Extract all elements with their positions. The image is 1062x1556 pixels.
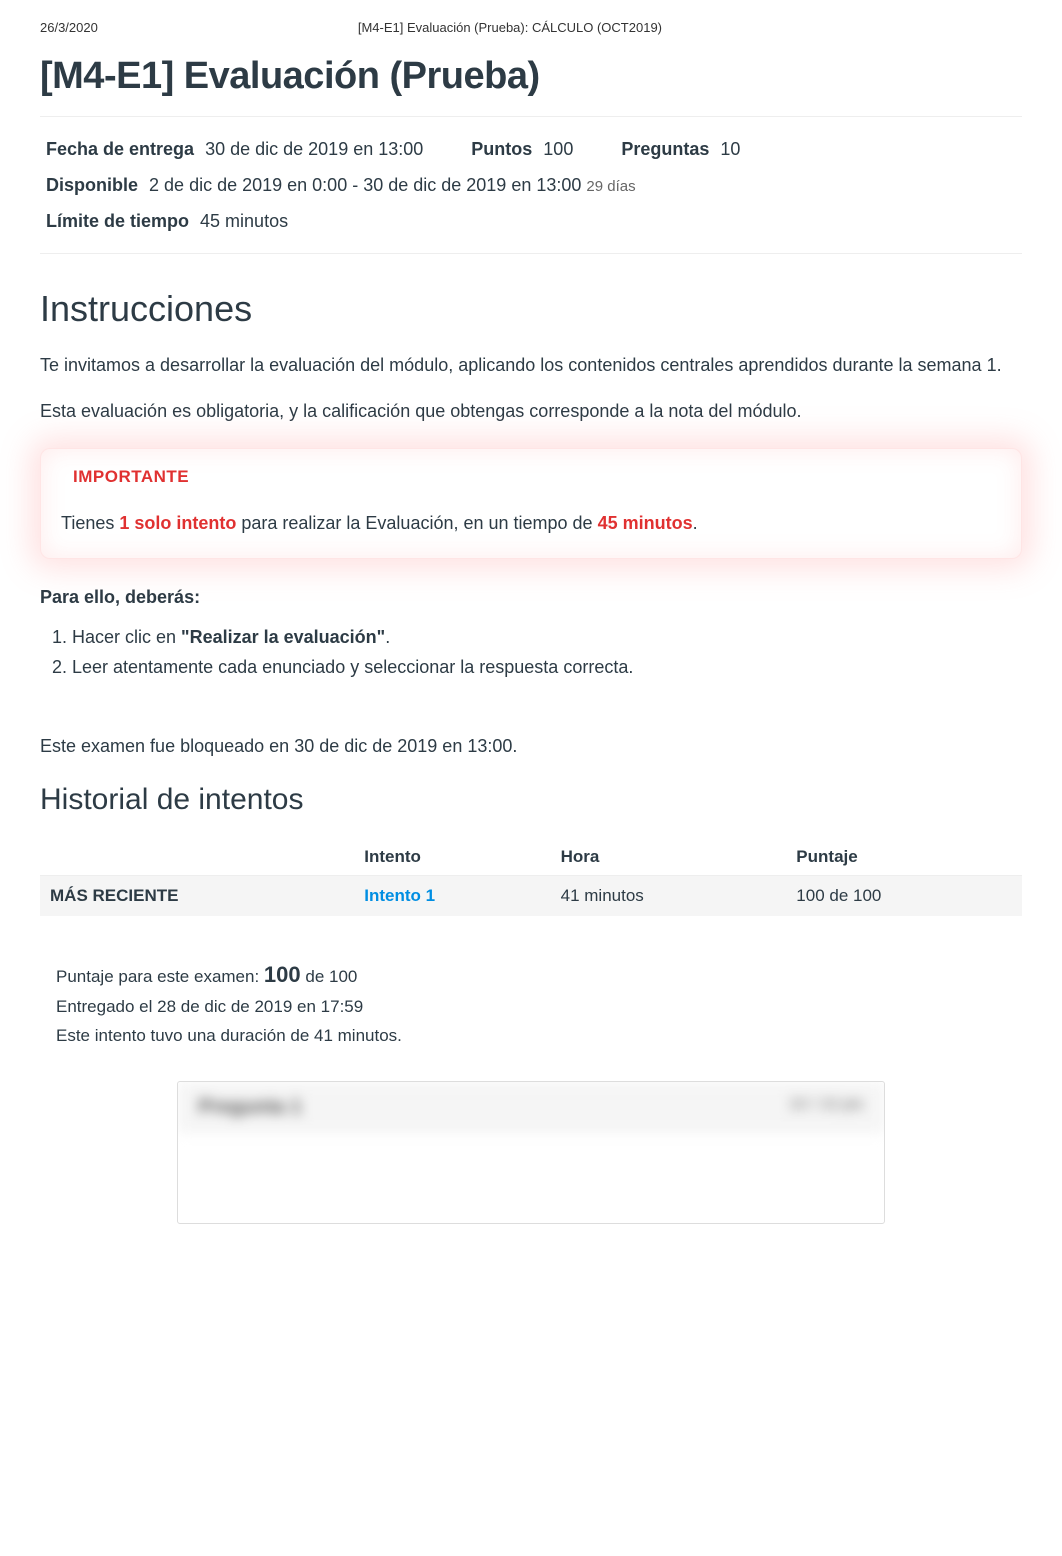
questions-value: 10 <box>720 139 740 159</box>
quiz-info-bar: Fecha de entrega 30 de dic de 2019 en 13… <box>40 116 1022 254</box>
important-callout: IMPORTANTE Tienes 1 solo intento para re… <box>40 448 1022 559</box>
due-date-label: Fecha de entrega <box>46 139 194 159</box>
points-label: Puntos <box>471 139 532 159</box>
important-text-pre: Tienes <box>61 513 119 533</box>
attempts-table: Intento Hora Puntaje MÁS RECIENTE Intent… <box>40 839 1022 916</box>
important-text-mid: para realizar la Evaluación, en un tiemp… <box>236 513 597 533</box>
attempts-th-blank <box>40 839 354 876</box>
attempts-th-score: Puntaje <box>786 839 1022 876</box>
duration-line: Este intento tuvo una duración de 41 min… <box>56 1022 1022 1051</box>
score-summary: Puntaje para este examen: 100 de 100 Ent… <box>40 956 1022 1051</box>
attempt-score: 100 de 100 <box>786 875 1022 916</box>
score-label: Puntaje para este examen: <box>56 967 264 986</box>
important-time: 45 minutos <box>598 513 693 533</box>
step-1: Hacer clic en "Realizar la evaluación". <box>72 622 1022 653</box>
step-1-pre: Hacer clic en <box>72 627 181 647</box>
question-points: 10 / 10 pts <box>789 1096 864 1119</box>
instructions-heading: Instrucciones <box>40 288 1022 330</box>
instructions-paragraph-1: Te invitamos a desarrollar la evaluación… <box>40 352 1022 380</box>
important-text: Tienes 1 solo intento para realizar la E… <box>61 513 1001 534</box>
steps-heading: Para ello, deberás: <box>40 587 1022 608</box>
points-value: 100 <box>543 139 573 159</box>
print-doc-title: [M4-E1] Evaluación (Prueba): CÁLCULO (OC… <box>98 20 1022 35</box>
question-body-blurred <box>178 1133 883 1223</box>
important-attempts: 1 solo intento <box>119 513 236 533</box>
question-preview-locked: Pregunta 1 10 / 10 pts <box>177 1081 884 1224</box>
score-value: 100 <box>264 962 301 987</box>
attempts-th-attempt: Intento <box>354 839 550 876</box>
important-label: IMPORTANTE <box>73 467 1001 487</box>
question-number: Pregunta 1 <box>198 1096 301 1119</box>
history-heading: Historial de intentos <box>40 783 1022 817</box>
step-1-post: . <box>385 627 390 647</box>
timelimit-label: Límite de tiempo <box>46 211 189 231</box>
due-date-value: 30 de dic de 2019 en 13:00 <box>205 139 423 159</box>
locked-notice: Este examen fue bloqueado en 30 de dic d… <box>40 733 1022 761</box>
score-line-1: Puntaje para este examen: 100 de 100 <box>56 956 1022 993</box>
attempt-row-label: MÁS RECIENTE <box>40 875 354 916</box>
attempt-link[interactable]: Intento 1 <box>364 886 435 905</box>
table-row: MÁS RECIENTE Intento 1 41 minutos 100 de… <box>40 875 1022 916</box>
step-1-action: "Realizar la evaluación" <box>181 627 385 647</box>
important-text-post: . <box>693 513 698 533</box>
timelimit-value: 45 minutos <box>200 211 288 231</box>
available-days: 29 días <box>586 178 635 195</box>
attempt-time: 41 minutos <box>551 875 787 916</box>
step-2: Leer atentamente cada enunciado y selecc… <box>72 652 1022 683</box>
submitted-line: Entregado el 28 de dic de 2019 en 17:59 <box>56 993 1022 1022</box>
print-header: 26/3/2020 [M4-E1] Evaluación (Prueba): C… <box>40 20 1022 35</box>
print-date: 26/3/2020 <box>40 20 98 35</box>
page-title: [M4-E1] Evaluación (Prueba) <box>40 55 1022 98</box>
questions-label: Preguntas <box>621 139 709 159</box>
available-value: 2 de dic de 2019 en 0:00 - 30 de dic de … <box>149 175 581 195</box>
instructions-paragraph-2: Esta evaluación es obligatoria, y la cal… <box>40 398 1022 426</box>
steps-list: Hacer clic en "Realizar la evaluación". … <box>72 622 1022 683</box>
available-label: Disponible <box>46 175 138 195</box>
score-suffix: de 100 <box>301 967 358 986</box>
attempts-th-time: Hora <box>551 839 787 876</box>
